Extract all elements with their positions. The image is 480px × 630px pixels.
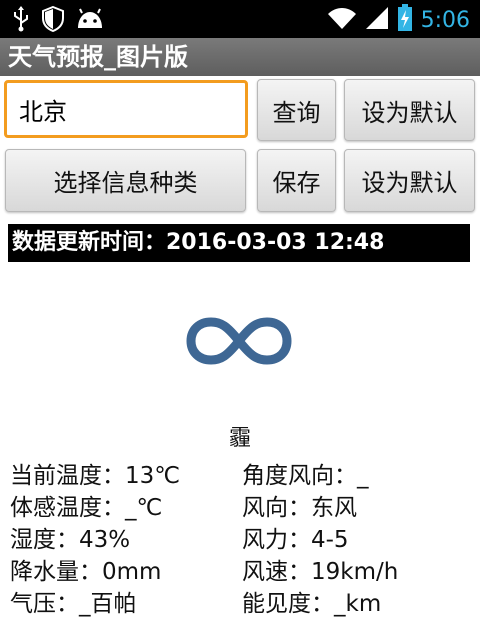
signal-icon [365, 6, 389, 34]
detail-row: 体感温度：_℃ 风向：东风 [10, 492, 480, 524]
wifi-icon [327, 6, 357, 34]
pressure: 气压：_百帕 [10, 591, 137, 617]
detail-row: 当前温度：13℃ 角度风向：_ [10, 460, 480, 492]
wind-angle: 角度风向：_ [242, 463, 369, 489]
wind-direction: 风向：东风 [242, 495, 357, 521]
humidity: 湿度：43% [10, 527, 131, 553]
status-bar: 5:06 [0, 0, 480, 38]
weather-details: 当前温度：13℃ 角度风向：_ 体感温度：_℃ 风向：东风 湿度：43% 风力：… [10, 460, 480, 620]
detail-row: 湿度：43% 风力：4-5 [10, 524, 480, 556]
current-temperature: 当前温度：13℃ [10, 463, 181, 489]
haze-icon [183, 316, 295, 366]
query-button[interactable]: 查询 [257, 79, 336, 141]
android-icon [76, 8, 104, 34]
precipitation: 降水量：0mm [10, 559, 162, 585]
update-time: 数据更新时间：2016-03-03 12:48 [8, 224, 470, 262]
city-input[interactable] [4, 80, 248, 138]
set-default-button-2[interactable]: 设为默认 [344, 149, 475, 212]
save-button[interactable]: 保存 [257, 149, 336, 212]
app-title: 天气预报_图片版 [0, 38, 480, 76]
wind-speed: 风速：19km/h [242, 559, 399, 585]
set-default-button[interactable]: 设为默认 [344, 79, 475, 141]
status-time: 5:06 [420, 7, 470, 33]
visibility: 能见度：_km [242, 591, 382, 617]
usb-icon [12, 6, 30, 36]
wind-force: 风力：4-5 [242, 527, 349, 553]
battery-icon [397, 4, 413, 36]
detail-row: 气压：_百帕 能见度：_km [10, 588, 480, 620]
shield-icon [42, 5, 64, 36]
detail-row: 降水量：0mm 风速：19km/h [10, 556, 480, 588]
feels-like-temperature: 体感温度：_℃ [10, 495, 163, 521]
select-info-type-button[interactable]: 选择信息种类 [5, 149, 246, 212]
weather-condition: 霾 [228, 426, 251, 451]
